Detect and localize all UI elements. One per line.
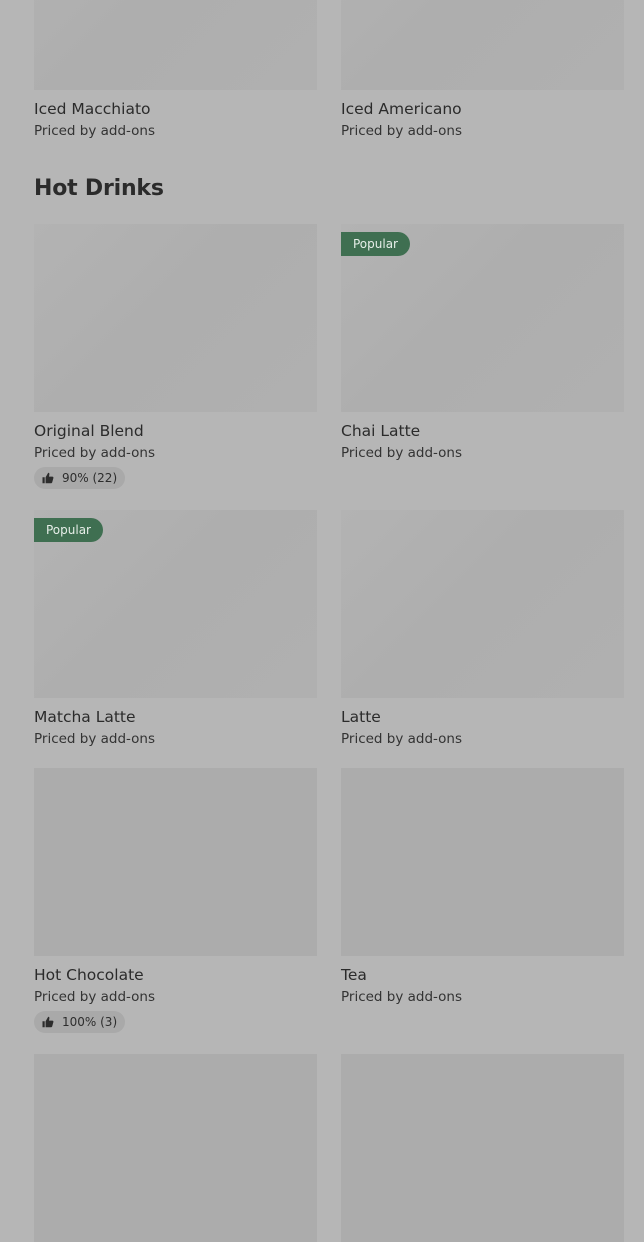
section-title-hot-drinks: Hot Drinks [34, 176, 164, 201]
rating-text: 90% (22) [62, 471, 118, 485]
menu-row: Popular Matcha Latte Priced by add-ons L… [34, 510, 624, 747]
rating-pill: 100% (3) [34, 1011, 126, 1033]
item-image: Popular [341, 224, 624, 412]
menu-row [34, 1054, 624, 1242]
popular-badge: Popular [34, 518, 103, 542]
menu-item-matcha-latte[interactable]: Popular Matcha Latte Priced by add-ons [34, 510, 317, 747]
item-image [34, 0, 317, 90]
rating-pill: 90% (22) [34, 467, 126, 489]
item-price: Priced by add-ons [341, 123, 463, 139]
item-name: Iced Americano [341, 100, 462, 118]
item-price: Priced by add-ons [34, 123, 156, 139]
item-name: Tea [341, 966, 367, 984]
menu-row: Hot Chocolate Priced by add-ons 100% (3)… [34, 768, 624, 1033]
item-price: Priced by add-ons [341, 731, 463, 747]
item-image [34, 224, 317, 412]
item-name: Hot Chocolate [34, 966, 144, 984]
item-name: Iced Macchiato [34, 100, 151, 118]
rating-text: 100% (3) [62, 1015, 118, 1029]
item-image [341, 1054, 624, 1242]
menu-item[interactable] [34, 1054, 317, 1242]
menu-row: Original Blend Priced by add-ons 90% (22… [34, 224, 624, 489]
menu-item[interactable] [341, 1054, 624, 1242]
item-image [341, 510, 624, 698]
item-name: Matcha Latte [34, 708, 136, 726]
item-price: Priced by add-ons [34, 731, 156, 747]
thumbs-up-icon [42, 1016, 54, 1028]
menu-item-hot-chocolate[interactable]: Hot Chocolate Priced by add-ons 100% (3) [34, 768, 317, 1033]
item-name: Chai Latte [341, 422, 421, 440]
menu-item-iced-macchiato[interactable]: Iced Macchiato Priced by add-ons [34, 0, 317, 139]
menu-item-chai-latte[interactable]: Popular Chai Latte Priced by add-ons [341, 224, 624, 489]
thumbs-up-icon [42, 472, 54, 484]
item-price: Priced by add-ons [34, 989, 156, 1005]
popular-badge: Popular [341, 232, 410, 256]
menu-item-iced-americano[interactable]: Iced Americano Priced by add-ons [341, 0, 624, 139]
item-image [341, 0, 624, 90]
menu-row-iced: Iced Macchiato Priced by add-ons Iced Am… [34, 0, 624, 139]
item-price: Priced by add-ons [341, 445, 463, 461]
item-name: Original Blend [34, 422, 144, 440]
menu-page: Iced Macchiato Priced by add-ons Iced Am… [0, 0, 644, 1242]
item-price: Priced by add-ons [34, 445, 156, 461]
item-image: Popular [34, 510, 317, 698]
item-image [34, 1054, 317, 1242]
item-image [34, 768, 317, 956]
item-name: Latte [341, 708, 381, 726]
menu-item-tea[interactable]: Tea Priced by add-ons [341, 768, 624, 1033]
menu-item-original-blend[interactable]: Original Blend Priced by add-ons 90% (22… [34, 224, 317, 489]
item-price: Priced by add-ons [341, 989, 463, 1005]
item-image [341, 768, 624, 956]
menu-item-latte[interactable]: Latte Priced by add-ons [341, 510, 624, 747]
